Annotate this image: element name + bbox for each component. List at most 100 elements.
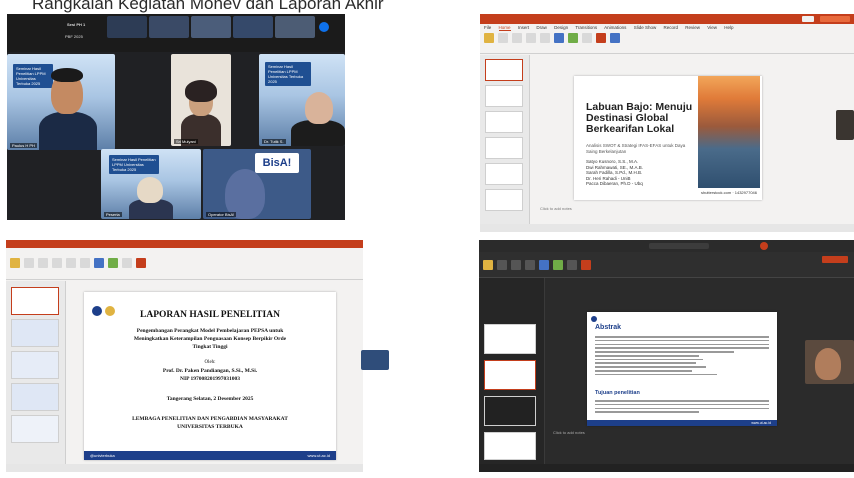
new-slide-icon[interactable] bbox=[24, 258, 34, 268]
paragraph-icon[interactable] bbox=[80, 258, 90, 268]
social-handle: @univterbuka bbox=[90, 453, 115, 458]
slide-thumbnail[interactable] bbox=[484, 396, 536, 426]
bold-icon[interactable] bbox=[66, 258, 76, 268]
tab-draw[interactable]: Draw bbox=[536, 25, 547, 30]
tab-review[interactable]: Review bbox=[685, 25, 700, 30]
designer-icon[interactable] bbox=[581, 260, 591, 270]
tab-home[interactable]: Home bbox=[498, 25, 511, 31]
titlebar bbox=[480, 14, 854, 24]
participant-name: Peserta bbox=[104, 212, 122, 217]
report-nip: NIP 197008201997031003 bbox=[179, 376, 241, 382]
notes-placeholder[interactable]: Click to add notes bbox=[553, 430, 585, 435]
slide-canvas[interactable]: Abstrak Tujuan penelitian www.ut.ac.id bbox=[587, 312, 777, 426]
slide-thumbnail[interactable] bbox=[485, 111, 523, 133]
goal-text bbox=[595, 400, 769, 415]
powerpoint-window-labuan-bajo: File Home Insert Draw Design Transitions… bbox=[480, 14, 854, 232]
slide-thumbnail[interactable] bbox=[485, 163, 523, 185]
record-icon[interactable] bbox=[760, 242, 768, 250]
bold-icon[interactable] bbox=[526, 33, 536, 43]
status-bar bbox=[6, 464, 363, 472]
find-icon[interactable] bbox=[567, 260, 577, 270]
author-line: Pacca Dibaeran, Ph.D - Ubq bbox=[586, 181, 643, 186]
share-button[interactable] bbox=[820, 16, 850, 22]
ribbon bbox=[6, 248, 363, 280]
slide-thumbnail[interactable] bbox=[485, 59, 523, 81]
paste-icon[interactable] bbox=[483, 260, 493, 270]
shapes-icon[interactable] bbox=[94, 258, 104, 268]
slide-thumbnail[interactable] bbox=[484, 360, 536, 390]
report-heading: LAPORAN HASIL PENELITIAN bbox=[140, 310, 280, 320]
shapes-icon[interactable] bbox=[539, 260, 549, 270]
new-slide-icon[interactable] bbox=[498, 33, 508, 43]
tab-help[interactable]: Help bbox=[724, 25, 733, 30]
notes-placeholder[interactable]: Click to add notes bbox=[540, 206, 572, 211]
slide-thumbnail[interactable] bbox=[484, 324, 536, 354]
font-icon[interactable] bbox=[52, 258, 62, 268]
tab-animations[interactable]: Animations bbox=[604, 25, 626, 30]
font-icon[interactable] bbox=[511, 260, 521, 270]
participant-thumb bbox=[107, 16, 147, 38]
next-page-icon[interactable] bbox=[319, 22, 329, 32]
meeting-subtitle: PBF 2025 bbox=[65, 34, 83, 39]
shapes-icon[interactable] bbox=[554, 33, 564, 43]
find-icon[interactable] bbox=[582, 33, 592, 43]
font-icon[interactable] bbox=[512, 33, 522, 43]
tab-file[interactable]: File bbox=[484, 25, 491, 30]
share-button[interactable] bbox=[822, 256, 848, 263]
find-icon[interactable] bbox=[122, 258, 132, 268]
designer-icon[interactable] bbox=[596, 33, 606, 43]
tab-slide-show[interactable]: Slide Show bbox=[634, 25, 657, 30]
slide-footer: www.ut.ac.id bbox=[587, 420, 777, 426]
person-head bbox=[815, 348, 841, 380]
slide-canvas[interactable]: LAPORAN HASIL PENELITIAN Pengembangan Pe… bbox=[84, 292, 336, 460]
paragraph-icon[interactable] bbox=[540, 33, 550, 43]
meeting-title: Sesi PH 1 bbox=[67, 22, 86, 27]
slide-thumbnail[interactable] bbox=[485, 137, 523, 159]
slide-thumbnail[interactable] bbox=[485, 85, 523, 107]
tab-insert[interactable]: Insert bbox=[518, 25, 529, 30]
tab-record[interactable]: Record bbox=[663, 25, 678, 30]
participant-name: Operator BisA! bbox=[206, 212, 237, 217]
tab-design[interactable]: Design bbox=[554, 25, 568, 30]
photo-credit: shutterstock.com · 1432977046 bbox=[700, 190, 758, 195]
person-hair bbox=[51, 68, 83, 82]
slide-thumbnail[interactable] bbox=[11, 383, 59, 411]
participant-tile-5: BisA! Operator BisA! bbox=[203, 149, 311, 219]
ribbon bbox=[479, 252, 854, 278]
slide-subtitle: Analisis SWOT & Strategi IFAS-EFAS untuk… bbox=[586, 143, 686, 154]
paragraph-icon[interactable] bbox=[525, 260, 535, 270]
record-button[interactable] bbox=[802, 16, 814, 22]
slide-thumbnail[interactable] bbox=[485, 189, 523, 211]
new-slide-icon[interactable] bbox=[497, 260, 507, 270]
search-box[interactable] bbox=[649, 243, 709, 249]
person-body bbox=[39, 112, 97, 150]
participant-tile-2: Sri Mulyani bbox=[171, 54, 231, 146]
copilot-icon[interactable] bbox=[610, 33, 620, 43]
bisa-logo: BisA! bbox=[255, 153, 299, 173]
arrange-icon[interactable] bbox=[568, 33, 578, 43]
slide-thumbnail[interactable] bbox=[11, 415, 59, 443]
titlebar bbox=[479, 240, 854, 252]
powerpoint-window-laporan: LAPORAN HASIL PENELITIAN Pengembangan Pe… bbox=[6, 240, 363, 472]
slide-thumbnail[interactable] bbox=[11, 351, 59, 379]
status-bar bbox=[479, 464, 854, 472]
report-title-line3: Tingkat Tinggi bbox=[192, 344, 228, 350]
paste-icon[interactable] bbox=[484, 33, 494, 43]
person-hijab bbox=[137, 177, 163, 203]
slide-title: Labuan Bajo: Menuju Destinasi Global Ber… bbox=[586, 101, 693, 135]
arrange-icon[interactable] bbox=[108, 258, 118, 268]
slide-canvas[interactable]: Labuan Bajo: Menuju Destinasi Global Ber… bbox=[574, 76, 762, 200]
layout-icon[interactable] bbox=[38, 258, 48, 268]
slide-thumbnail[interactable] bbox=[484, 432, 536, 460]
slide-thumbnail[interactable] bbox=[11, 287, 59, 315]
tab-view[interactable]: View bbox=[707, 25, 717, 30]
arrange-icon[interactable] bbox=[553, 260, 563, 270]
report-author: Prof. Dr. Paken Pandiangan, S.Si., M.Si. bbox=[162, 368, 258, 374]
paste-icon[interactable] bbox=[10, 258, 20, 268]
slide-thumbnail[interactable] bbox=[11, 319, 59, 347]
designer-icon[interactable] bbox=[136, 258, 146, 268]
abstract-title: Abstrak bbox=[595, 324, 622, 331]
page-caption: Rangkaian Kegiatan Monev dan Laporan Akh… bbox=[32, 0, 384, 13]
tab-transitions[interactable]: Transitions bbox=[575, 25, 597, 30]
participant-thumb bbox=[275, 16, 315, 38]
